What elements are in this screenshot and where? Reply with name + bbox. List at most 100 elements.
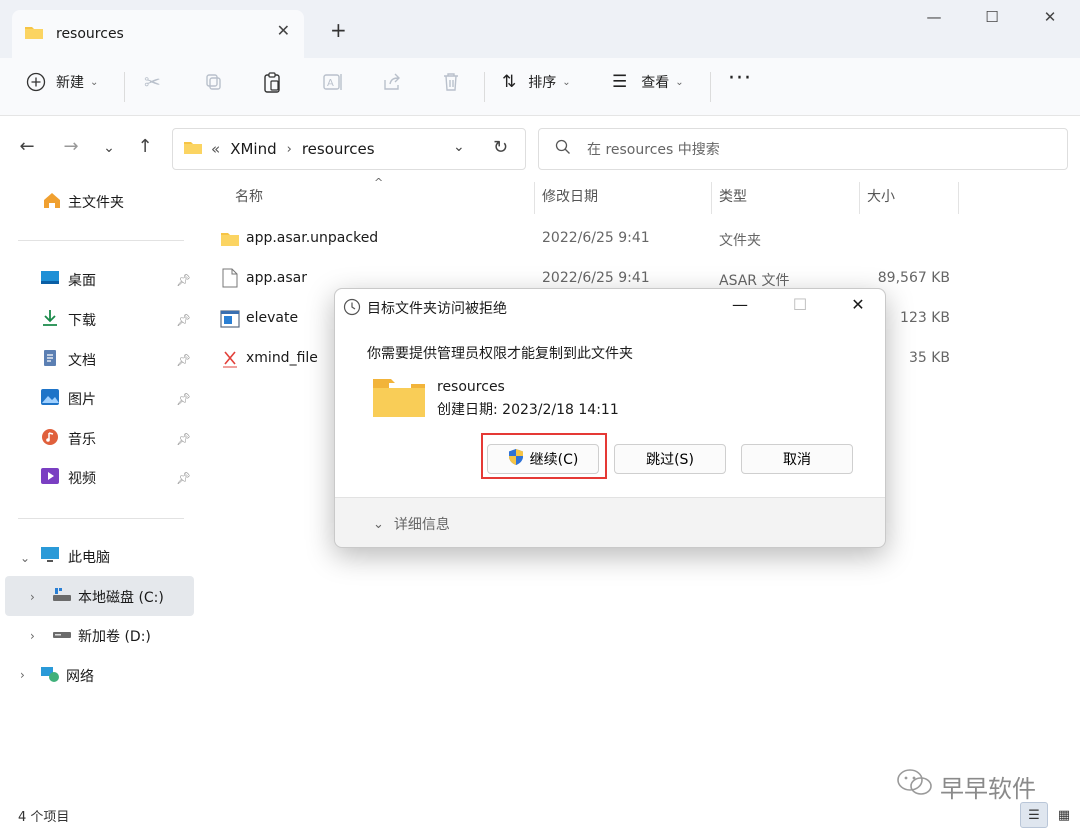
sidebar-label: 图片 [68, 392, 96, 408]
pin-icon[interactable]: 📌︎ [176, 471, 191, 485]
folder-name: resources [437, 379, 505, 395]
search-icon [555, 139, 571, 159]
table-row[interactable]: app.asar.unpacked 2022/6/25 9:41 文件夹 [216, 220, 976, 260]
column-divider[interactable] [534, 182, 535, 214]
file-name: app.asar [246, 270, 308, 286]
folder-icon [24, 24, 44, 44]
column-header-size[interactable]: 大小 [867, 186, 895, 206]
chevron-down-icon: ⌄ [562, 76, 571, 88]
new-tab-icon[interactable]: + [330, 18, 347, 42]
file-type: 文件夹 [719, 233, 761, 249]
tiles-view-icon[interactable]: ▦ [1050, 802, 1078, 828]
view-label: 查看 [641, 75, 670, 91]
more-options-icon[interactable]: ··· [728, 66, 752, 91]
close-window-icon[interactable]: ✕ [1030, 8, 1070, 26]
divider [18, 518, 184, 519]
skip-button[interactable]: 跳过(S) [614, 444, 726, 474]
file-type: ASAR 文件 [719, 273, 790, 289]
search-placeholder: 在 resources 中搜索 [587, 142, 720, 158]
close-dialog-icon[interactable]: ✕ [843, 295, 873, 314]
chevron-down-icon: ⌄ [373, 516, 384, 532]
breadcrumb-xmind[interactable]: XMind [230, 140, 276, 158]
download-icon [40, 309, 60, 331]
column-header-date[interactable]: 修改日期 [542, 186, 598, 206]
expand-chevron-down-icon[interactable]: ⌄ [20, 551, 30, 565]
view-button[interactable]: ☰ 查看 ⌄ [612, 72, 684, 92]
computer-icon [40, 546, 60, 568]
back-arrow-icon[interactable]: ← [14, 136, 40, 157]
sidebar-item-drive-d[interactable]: 新加卷 (D:) [52, 618, 151, 654]
pin-icon[interactable]: 📌︎ [176, 353, 191, 367]
pin-icon[interactable]: 📌︎ [176, 432, 191, 446]
column-header-type[interactable]: 类型 [719, 186, 747, 206]
address-bar[interactable]: « XMind › resources ⌄ ↻ [172, 128, 526, 170]
column-divider[interactable] [958, 182, 959, 214]
sidebar-item-music[interactable]: 音乐 [40, 421, 96, 457]
watermark-text: 早早软件 [940, 774, 1036, 803]
sidebar-label: 新加卷 (D:) [78, 629, 151, 645]
tab-resources[interactable]: resources ✕ [12, 10, 304, 58]
column-header-name[interactable]: 名称 [235, 186, 263, 206]
folder-icon [183, 139, 203, 159]
minimize-icon[interactable]: — [725, 295, 755, 314]
sidebar-item-downloads[interactable]: 下载 [40, 302, 96, 338]
column-divider[interactable] [711, 182, 712, 214]
sort-ascending-icon: ^ [374, 176, 384, 189]
up-arrow-icon[interactable]: ↑ [132, 136, 158, 157]
expand-chevron-right-icon[interactable]: › [30, 629, 35, 643]
folder-created-date: 创建日期: 2023/2/18 14:11 [437, 402, 619, 418]
cut-icon[interactable]: ✂ [144, 70, 161, 94]
share-icon[interactable] [382, 72, 402, 92]
item-count: 4 个项目 [18, 810, 70, 825]
copy-icon[interactable] [204, 72, 224, 92]
pin-icon[interactable]: 📌︎ [176, 313, 191, 327]
refresh-icon[interactable]: ↻ [493, 137, 508, 158]
expand-chevron-right-icon[interactable]: › [20, 668, 25, 682]
video-icon [40, 467, 60, 489]
forward-arrow-icon[interactable]: → [58, 136, 84, 157]
watermark: 早早软件 [896, 768, 1036, 804]
delete-icon[interactable] [442, 72, 460, 92]
divider [484, 72, 485, 102]
sort-button[interactable]: ⇅ 排序 ⌄ [502, 72, 571, 92]
continue-label: 继续(C) [529, 452, 579, 468]
sidebar-item-desktop[interactable]: 桌面 [40, 262, 96, 298]
column-divider[interactable] [859, 182, 860, 214]
file-name: app.asar.unpacked [246, 230, 379, 246]
sidebar-item-home[interactable]: 主文件夹 [42, 184, 124, 220]
divider [710, 72, 711, 102]
recent-locations-chevron-icon[interactable]: ⌄ [96, 140, 122, 156]
sidebar-item-videos[interactable]: 视频 [40, 460, 96, 496]
uac-shield-icon [508, 448, 524, 470]
sidebar-item-documents[interactable]: 文档 [40, 342, 96, 378]
breadcrumb-resources[interactable]: resources [302, 140, 375, 158]
maximize-icon[interactable]: ☐ [972, 8, 1012, 26]
sidebar-label: 音乐 [68, 432, 96, 448]
rename-icon[interactable]: A [322, 72, 344, 92]
dialog-message: 你需要提供管理员权限才能复制到此文件夹 [367, 346, 633, 362]
breadcrumb-overflow[interactable]: « [211, 140, 220, 158]
paste-icon[interactable] [262, 72, 282, 94]
details-toggle[interactable]: ⌄ 详细信息 [373, 514, 450, 534]
details-view-icon[interactable]: ☰ [1020, 802, 1048, 828]
cancel-button[interactable]: 取消 [741, 444, 853, 474]
close-tab-icon[interactable]: ✕ [277, 21, 290, 40]
file-explorer-window: resources ✕ + — ☐ ✕ 新建 ⌄ ✂ A ⇅ 排序 ⌄ ☰ 查看… [0, 0, 1080, 832]
sidebar-item-network[interactable]: 网络 [40, 658, 94, 694]
pin-icon[interactable]: 📌︎ [176, 392, 191, 406]
minimize-icon[interactable]: — [914, 8, 954, 26]
sidebar-item-drive-c[interactable]: 本地磁盘 (C:) [52, 579, 164, 615]
sidebar-label: 主文件夹 [68, 195, 124, 211]
expand-chevron-right-icon[interactable]: › [30, 590, 35, 604]
continue-button[interactable]: 继续(C) [487, 444, 599, 474]
svg-text:A: A [327, 78, 334, 89]
sidebar-item-this-pc[interactable]: 此电脑 [40, 539, 110, 575]
sidebar-item-pictures[interactable]: 图片 [40, 381, 96, 417]
pin-icon[interactable]: 📌︎ [176, 273, 191, 287]
file-icon [222, 268, 238, 292]
new-button[interactable]: 新建 ⌄ [26, 72, 98, 92]
address-dropdown-icon[interactable]: ⌄ [453, 139, 465, 155]
search-input[interactable]: 在 resources 中搜索 [538, 128, 1068, 170]
wechat-icon [896, 768, 934, 804]
title-bar: resources ✕ + — ☐ ✕ [0, 0, 1080, 58]
